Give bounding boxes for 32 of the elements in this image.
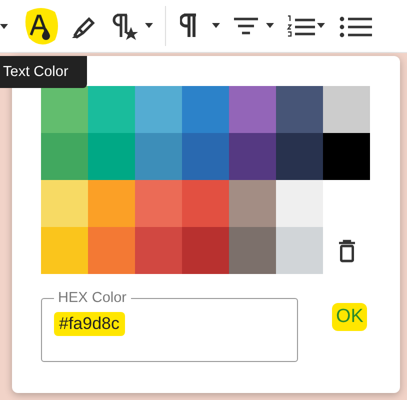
- field-label: HEX Color: [57, 290, 128, 306]
- color-swatch[interactable]: [182, 180, 229, 227]
- color-swatch[interactable]: [276, 133, 323, 180]
- color-swatch[interactable]: [135, 227, 182, 274]
- color-swatch[interactable]: [229, 133, 276, 180]
- color-swatch[interactable]: [41, 180, 88, 227]
- color-swatch[interactable]: [88, 86, 135, 133]
- color-swatch[interactable]: [41, 133, 88, 180]
- color-swatch[interactable]: [229, 86, 276, 133]
- caret-icon[interactable]: [0, 24, 8, 28]
- color-swatch[interactable]: [135, 180, 182, 227]
- color-swatch[interactable]: [182, 227, 229, 274]
- color-swatch[interactable]: [182, 86, 229, 133]
- color-swatch[interactable]: [276, 86, 323, 133]
- color-swatch[interactable]: [182, 133, 229, 180]
- color-swatch[interactable]: [88, 133, 135, 180]
- field-value: #fa9d8c: [54, 312, 124, 336]
- color-swatch[interactable]: [135, 133, 182, 180]
- color-swatch[interactable]: [323, 86, 370, 133]
- delete-icon[interactable]: [336, 238, 356, 262]
- color-swatch[interactable]: [41, 227, 88, 274]
- color-swatch[interactable]: [276, 227, 323, 274]
- hex-color-field[interactable]: HEX Color #fa9d8c: [41, 290, 298, 362]
- color-swatch[interactable]: [41, 86, 88, 133]
- tooltip: Text Color: [0, 56, 87, 88]
- color-swatch[interactable]: [88, 180, 135, 227]
- color-swatch[interactable]: [323, 133, 370, 180]
- color-swatch[interactable]: [88, 227, 135, 274]
- color-swatch[interactable]: [276, 180, 323, 227]
- color-swatch[interactable]: [229, 227, 276, 274]
- color-swatch[interactable]: [135, 86, 182, 133]
- color-swatch[interactable]: [229, 180, 276, 227]
